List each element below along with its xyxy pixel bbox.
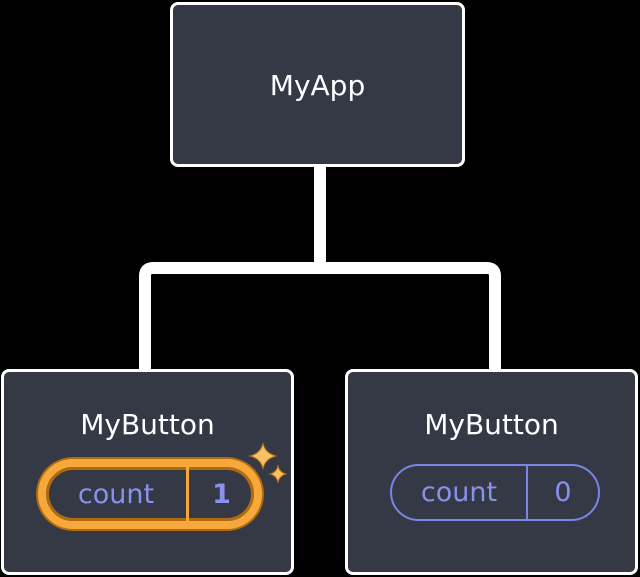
node-title: MyButton <box>80 408 215 441</box>
node-mybutton-2: MyButton count 0 <box>345 369 638 575</box>
count-value: 0 <box>554 477 572 508</box>
count-button[interactable]: count 0 <box>390 464 600 521</box>
node-title: MyButton <box>424 408 559 441</box>
node-title: MyApp <box>269 69 366 102</box>
sparkle-icon <box>248 442 288 484</box>
count-button-highlighted[interactable]: count 1 <box>38 459 262 529</box>
count-label: count <box>46 467 189 521</box>
node-myapp: MyApp <box>170 2 465 167</box>
connector-lines <box>139 167 501 370</box>
count-value: 1 <box>212 478 231 510</box>
count-label: count <box>392 466 528 519</box>
